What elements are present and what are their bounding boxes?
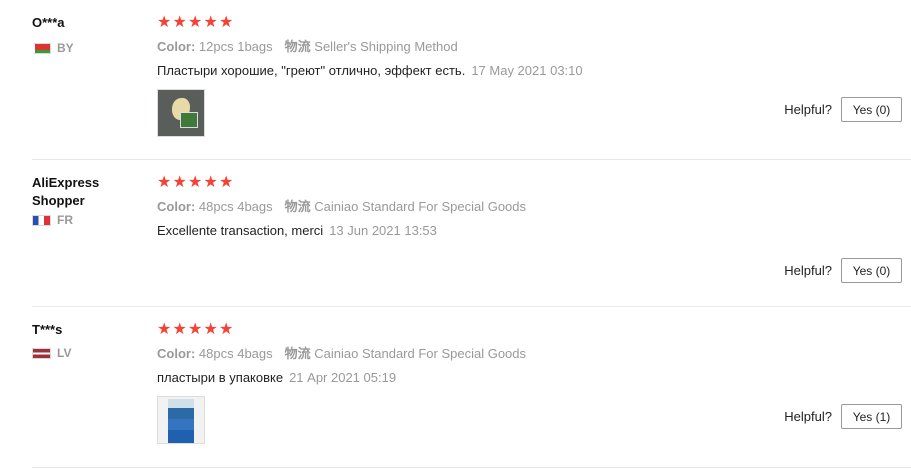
review-text-row: Excellente transaction, merci 13 Jun 2021… xyxy=(157,222,911,240)
review-item: O***a BY ★★★★★ Color: 12pcs 1bags 物流 Sell… xyxy=(0,0,911,160)
reviewer-info: O***a BY xyxy=(32,14,142,56)
color-label: Color: xyxy=(157,346,196,361)
helpful-vote: Helpful? Yes (1) xyxy=(784,404,902,429)
helpful-yes-button[interactable]: Yes (0) xyxy=(841,258,902,283)
shipping-label: 物流 xyxy=(284,199,311,214)
review-text-row: Пластыри хорошие, "греют" отлично, эффек… xyxy=(157,62,911,80)
shipping-label: 物流 xyxy=(284,346,311,361)
review-item: AliExpress Shopper FR ★★★★★ Color: 48pcs… xyxy=(0,160,911,307)
france-flag-icon xyxy=(32,214,51,226)
star-rating: ★★★★★ xyxy=(157,321,911,339)
review-text: Excellente transaction, merci xyxy=(157,223,324,238)
country-code: LV xyxy=(57,346,72,360)
star-rating: ★★★★★ xyxy=(157,14,911,32)
belarus-flag-icon xyxy=(32,42,51,54)
star-icon: ★ xyxy=(157,14,173,31)
reviewer-country: BY xyxy=(32,40,142,56)
star-icon: ★ xyxy=(188,321,204,338)
review-photo-thumbnail[interactable] xyxy=(157,396,205,444)
shipping-value: Cainiao Standard For Special Goods xyxy=(314,199,527,214)
review-text: пластыри в упаковке xyxy=(157,370,284,385)
reviewer-info: T***s LV xyxy=(32,321,142,361)
reviewer-name: O***a xyxy=(32,15,65,30)
review-date: 17 May 2021 03:10 xyxy=(471,63,583,78)
helpful-label: Helpful? xyxy=(784,263,832,278)
helpful-yes-button[interactable]: Yes (1) xyxy=(841,404,902,429)
review-text: Пластыри хорошие, "греют" отлично, эффек… xyxy=(157,63,466,78)
helpful-label: Helpful? xyxy=(784,102,832,117)
star-icon: ★ xyxy=(172,321,188,338)
shipping-label: 物流 xyxy=(284,39,311,54)
review-sku-info: Color: 48pcs 4bags 物流 Cainiao Standard Fo… xyxy=(157,345,911,363)
reviewer-name: T***s xyxy=(32,322,63,337)
star-icon: ★ xyxy=(219,174,235,191)
star-icon: ★ xyxy=(157,174,173,191)
review-text-row: пластыри в упаковке 21 Apr 2021 05:19 xyxy=(157,369,911,387)
review-photo-thumbnail[interactable] xyxy=(157,89,205,137)
reviewer-country: FR xyxy=(32,212,142,228)
star-rating: ★★★★★ xyxy=(157,174,911,192)
helpful-label: Helpful? xyxy=(784,409,832,424)
star-icon: ★ xyxy=(172,174,188,191)
color-label: Color: xyxy=(157,199,196,214)
helpful-vote: Helpful? Yes (0) xyxy=(784,97,902,122)
latvia-flag-icon xyxy=(32,347,51,359)
color-label: Color: xyxy=(157,39,196,54)
review-content: ★★★★★ Color: 48pcs 4bags 物流 Cainiao Stand… xyxy=(157,174,911,240)
star-icon: ★ xyxy=(157,321,173,338)
color-value: 48pcs 4bags xyxy=(198,199,273,214)
shipping-value: Seller's Shipping Method xyxy=(314,39,458,54)
country-code: BY xyxy=(57,41,74,55)
star-icon: ★ xyxy=(203,174,219,191)
star-icon: ★ xyxy=(219,14,235,31)
star-icon: ★ xyxy=(203,14,219,31)
reviewer-name: AliExpress Shopper xyxy=(32,175,100,208)
country-code: FR xyxy=(57,213,73,227)
star-icon: ★ xyxy=(172,14,188,31)
helpful-vote: Helpful? Yes (0) xyxy=(784,258,902,283)
shipping-value: Cainiao Standard For Special Goods xyxy=(314,346,527,361)
helpful-yes-button[interactable]: Yes (0) xyxy=(841,97,902,122)
review-item: T***s LV ★★★★★ Color: 48pcs 4bags 物流 Cain… xyxy=(0,307,911,468)
color-value: 12pcs 1bags xyxy=(198,39,273,54)
review-date: 13 Jun 2021 13:53 xyxy=(329,223,437,238)
star-icon: ★ xyxy=(203,321,219,338)
color-value: 48pcs 4bags xyxy=(198,346,273,361)
reviews-list: O***a BY ★★★★★ Color: 12pcs 1bags 物流 Sell… xyxy=(0,0,911,468)
reviewer-country: LV xyxy=(32,345,142,361)
review-date: 21 Apr 2021 05:19 xyxy=(289,370,397,385)
star-icon: ★ xyxy=(188,14,204,31)
star-icon: ★ xyxy=(219,321,235,338)
star-icon: ★ xyxy=(188,174,204,191)
review-sku-info: Color: 48pcs 4bags 物流 Cainiao Standard Fo… xyxy=(157,198,911,216)
review-sku-info: Color: 12pcs 1bags 物流 Seller's Shipping M… xyxy=(157,38,911,56)
reviewer-info: AliExpress Shopper FR xyxy=(32,174,142,228)
